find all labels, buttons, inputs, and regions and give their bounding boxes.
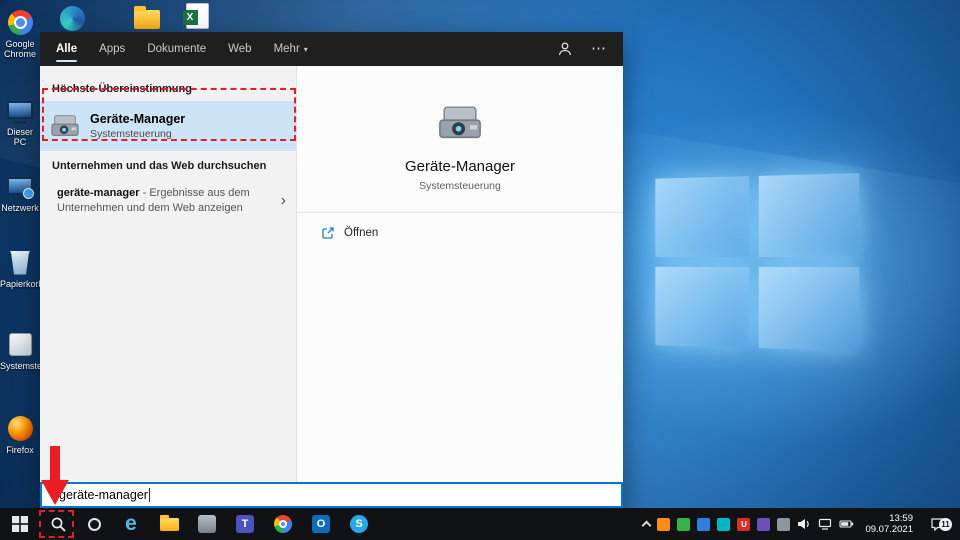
battery-button[interactable]: [839, 519, 854, 529]
device-manager-icon: [437, 100, 483, 146]
result-geraete-manager[interactable]: Geräte-Manager Systemsteuerung: [40, 101, 296, 151]
computer-icon: [7, 101, 33, 119]
windows-logo-wallpaper: [655, 173, 859, 351]
desktop-icon-folder[interactable]: [127, 5, 167, 33]
device-manager-icon: [50, 111, 80, 141]
taskbar-outlook-button[interactable]: O: [302, 508, 340, 540]
tray-icon[interactable]: [657, 518, 670, 531]
web-result-text: geräte-manager - Ergebnisse aus dem Unte…: [57, 186, 255, 216]
desktop-icon-recycle-bin[interactable]: Papierkorb: [0, 248, 40, 289]
tab-dokumente[interactable]: Dokumente: [147, 32, 206, 66]
desktop-icon-label: Google Chrome: [0, 39, 40, 59]
desktop-icon-edge[interactable]: [52, 4, 92, 32]
edge-icon: [60, 6, 85, 31]
detail-title: Geräte-Manager: [405, 158, 515, 175]
text-caret: [149, 488, 150, 502]
cortana-button[interactable]: [76, 508, 112, 540]
taskbar-chrome-button[interactable]: [264, 508, 302, 540]
more-options-icon[interactable]: ⋯: [591, 44, 607, 54]
speaker-icon: [797, 518, 811, 530]
taskbar: e T O S U: [0, 508, 960, 540]
tab-web[interactable]: Web: [228, 32, 251, 66]
network-button[interactable]: [818, 518, 832, 530]
tab-apps[interactable]: Apps: [99, 32, 125, 66]
desktop-screen: Google Chrome Dieser PC Netzwerk Papierk…: [0, 0, 960, 540]
recycle-bin-icon: [10, 250, 30, 275]
app-icon: [198, 515, 216, 533]
desktop-icon-chrome[interactable]: Google Chrome: [0, 8, 40, 59]
globe-icon: [23, 188, 34, 199]
desktop-icon-label: Papierkorb: [0, 279, 40, 289]
tray-icon[interactable]: [757, 518, 770, 531]
outlook-icon: O: [312, 515, 330, 533]
cortana-icon: [88, 518, 101, 531]
system-tray: U: [635, 508, 960, 540]
taskbar-search-button[interactable]: [40, 508, 76, 540]
taskbar-skype-button[interactable]: S: [340, 508, 378, 540]
taskbar-edge-button[interactable]: e: [112, 508, 150, 540]
chevron-down-icon: ▾: [304, 45, 308, 54]
result-subtitle: Systemsteuerung: [90, 128, 185, 140]
desktop-icon-firefox[interactable]: Firefox: [0, 414, 40, 455]
chevron-right-icon[interactable]: ›: [281, 194, 286, 208]
taskbar-teams-button[interactable]: T: [226, 508, 264, 540]
volume-button[interactable]: [797, 518, 811, 530]
tray-icon[interactable]: [717, 518, 730, 531]
clock-date: 09.07.2021: [865, 524, 913, 535]
tray-icon[interactable]: [697, 518, 710, 531]
desktop-icon-this-pc[interactable]: Dieser PC: [0, 96, 40, 147]
search-tabs: Alle Apps Dokumente Web Mehr▾: [56, 32, 308, 66]
taskbar-explorer-button[interactable]: [150, 508, 188, 540]
search-input-value: geräte-manager: [59, 488, 148, 502]
chrome-icon: [274, 515, 292, 533]
battery-icon: [839, 519, 854, 529]
file-explorer-icon: [160, 518, 179, 531]
search-icon: [50, 516, 67, 533]
tab-mehr[interactable]: Mehr▾: [274, 32, 308, 66]
web-search-result[interactable]: geräte-manager - Ergebnisse aus dem Unte…: [40, 178, 296, 224]
desktop-icon-control-panel[interactable]: Systemsteuerung: [0, 330, 40, 371]
network-icon: [818, 518, 832, 530]
excel-icon: [186, 3, 209, 29]
search-detail-pane: Geräte-Manager Systemsteuerung Öffnen: [296, 66, 623, 482]
clock-time: 13:59: [889, 513, 913, 524]
taskbar-app-button[interactable]: [188, 508, 226, 540]
chrome-icon: [8, 10, 33, 35]
desktop-icon-label: Firefox: [0, 445, 40, 455]
tray-icon[interactable]: [677, 518, 690, 531]
edge-icon: e: [125, 514, 137, 534]
folder-icon: [134, 10, 160, 29]
taskbar-clock[interactable]: 13:59 09.07.2021: [861, 513, 917, 535]
search-flyout: Alle Apps Dokumente Web Mehr▾ ⋯ Höchste …: [40, 32, 623, 508]
open-action[interactable]: Öffnen: [297, 213, 623, 240]
skype-icon: S: [350, 515, 368, 533]
best-match-header: Höchste Übereinstimmung: [40, 74, 296, 101]
search-flyout-header: Alle Apps Dokumente Web Mehr▾ ⋯: [40, 32, 623, 66]
desktop-icon-excel[interactable]: [177, 2, 217, 30]
search-input[interactable]: geräte-manager: [40, 482, 623, 508]
windows-logo-icon: [12, 516, 28, 532]
detail-subtitle: Systemsteuerung: [419, 180, 501, 192]
account-icon[interactable]: [557, 41, 573, 57]
tray-icon[interactable]: U: [737, 518, 750, 531]
desktop-icon-network[interactable]: Netzwerk: [0, 172, 40, 213]
open-icon: [321, 226, 335, 240]
firefox-icon: [8, 416, 33, 441]
action-center-button[interactable]: 11: [924, 517, 952, 532]
desktop-icon-label: Dieser PC: [0, 127, 40, 147]
control-panel-icon: [9, 333, 32, 356]
desktop-icon-label: Netzwerk: [0, 203, 40, 213]
hidden-icons-chevron-icon[interactable]: [642, 521, 652, 531]
start-button[interactable]: [0, 508, 40, 540]
tray-icon[interactable]: [777, 518, 790, 531]
tab-alle[interactable]: Alle: [56, 32, 77, 66]
result-title: Geräte-Manager: [90, 112, 185, 126]
teams-icon: T: [236, 515, 254, 533]
search-results-pane: Höchste Übereinstimmung Geräte-Manager S…: [40, 66, 296, 482]
web-section-header: Unternehmen und das Web durchsuchen: [40, 151, 296, 178]
notification-badge: 11: [939, 518, 952, 531]
desktop-icon-label: Systemsteuerung: [0, 361, 40, 371]
